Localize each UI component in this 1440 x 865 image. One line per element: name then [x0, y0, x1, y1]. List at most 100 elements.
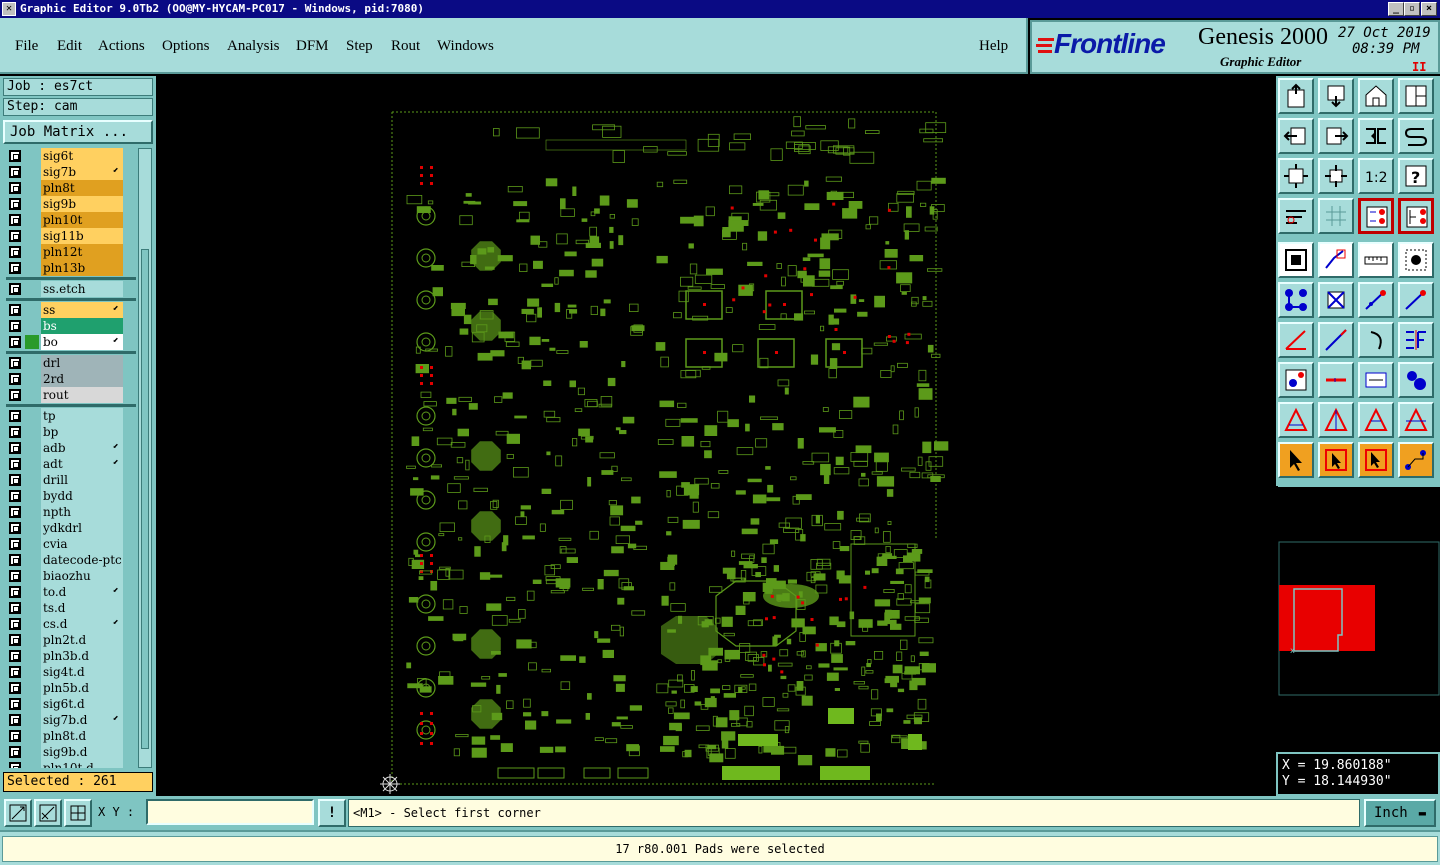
layer-row-biaozhu[interactable]: biaozhu: [3, 568, 137, 584]
layer-checkbox[interactable]: [9, 442, 21, 454]
zoom-fit-tool-button[interactable]: [1278, 158, 1314, 194]
layer-checkbox[interactable]: [9, 304, 21, 316]
angle-line-tool-button[interactable]: [1278, 322, 1314, 358]
net-select-tool-button[interactable]: [1278, 282, 1314, 318]
job-matrix-button[interactable]: Job Matrix ...: [3, 120, 153, 144]
layer-name[interactable]: npth: [41, 504, 123, 520]
menu-rout[interactable]: Rout: [391, 38, 420, 55]
layer-row-cs-d[interactable]: cs.d ⬋: [3, 616, 137, 632]
layer-checkbox[interactable]: [9, 634, 21, 646]
layer-name[interactable]: pln8t.d: [41, 728, 123, 744]
pointer-tool-button[interactable]: [1278, 442, 1314, 478]
layer-row-sig9b[interactable]: sig9b: [3, 196, 137, 212]
layer-name[interactable]: datecode-ptc: [41, 552, 123, 568]
layer-name[interactable]: pln10t: [41, 212, 123, 228]
layer-name[interactable]: adb: [41, 440, 123, 456]
layer-checkbox[interactable]: [9, 389, 21, 401]
graphic-canvas[interactable]: [156, 76, 1276, 796]
layer-checkbox[interactable]: [9, 198, 21, 210]
layer-checkbox[interactable]: [9, 150, 21, 162]
layer-checkbox[interactable]: [9, 506, 21, 518]
layer-row-bs[interactable]: bs: [3, 318, 137, 334]
ruler-tool-button[interactable]: [1358, 242, 1394, 278]
layer-name[interactable]: sig4t.d: [41, 664, 123, 680]
triangle-d-tool-button[interactable]: [1398, 402, 1434, 438]
line-pad-alt-tool-button[interactable]: [1398, 282, 1434, 318]
pad-pair-tool-button[interactable]: [1278, 362, 1314, 398]
layer-row-npth[interactable]: npth: [3, 504, 137, 520]
dot-select-tool-button[interactable]: [1398, 242, 1434, 278]
layer-row-drill[interactable]: drill: [3, 472, 137, 488]
layer-row-sig4t-d[interactable]: sig4t.d: [3, 664, 137, 680]
layer-row-pln8t[interactable]: pln8t: [3, 180, 137, 196]
layer-row-ts-d[interactable]: ts.d: [3, 600, 137, 616]
layer-checkbox[interactable]: [9, 357, 21, 369]
layer-name[interactable]: sig7b.d: [41, 712, 123, 728]
layer-row-to-d[interactable]: to.d ⬋: [3, 584, 137, 600]
layer-name[interactable]: pln13b: [41, 260, 123, 276]
layer-row-drl[interactable]: drl: [3, 355, 137, 371]
split-view-tool-button[interactable]: [1398, 78, 1434, 114]
measure-tool-button[interactable]: [1278, 198, 1314, 234]
layer-name[interactable]: sig7b: [41, 164, 123, 180]
layer-checkbox[interactable]: [9, 666, 21, 678]
layer-checkbox[interactable]: [9, 182, 21, 194]
layer-name[interactable]: sig9b.d: [41, 744, 123, 760]
layer-checkbox[interactable]: [9, 538, 21, 550]
menu-dfm[interactable]: DFM: [296, 38, 329, 55]
layer-row-ss[interactable]: ss ⬋: [3, 302, 137, 318]
layer-row-sig11b[interactable]: sig11b: [3, 228, 137, 244]
paste-tool-button[interactable]: [1318, 78, 1354, 114]
layer-row-sig6t[interactable]: sig6t: [3, 148, 137, 164]
layer-name[interactable]: pln10t.d: [41, 760, 123, 768]
diagonal-line-tool-button[interactable]: [1318, 322, 1354, 358]
layer-name[interactable]: ss.etch: [41, 281, 123, 297]
layer-name[interactable]: sig6t.d: [41, 696, 123, 712]
zoom-box-button[interactable]: [4, 799, 32, 827]
layer-checkbox[interactable]: [9, 426, 21, 438]
menu-analysis[interactable]: Analysis: [227, 38, 280, 55]
layer-row-ydkdrl[interactable]: ydkdrl: [3, 520, 137, 536]
pointer-box-alt-tool-button[interactable]: [1358, 442, 1394, 478]
pad-add-tool-button[interactable]: [1278, 242, 1314, 278]
layer-checkbox[interactable]: [9, 618, 21, 630]
layer-row-tp[interactable]: tp: [3, 408, 137, 424]
triangle-a-tool-button[interactable]: [1278, 402, 1314, 438]
layer-checkbox[interactable]: [9, 490, 21, 502]
alert-button[interactable]: !: [318, 799, 346, 827]
layer-row-sig7b[interactable]: sig7b ⬋: [3, 164, 137, 180]
close-button[interactable]: ×: [1421, 2, 1437, 16]
layer-name[interactable]: bydd: [41, 488, 123, 504]
layer-name[interactable]: bs: [41, 318, 123, 334]
layer-row-pln3b-d[interactable]: pln3b.d: [3, 648, 137, 664]
layer-row-pln5b-d[interactable]: pln5b.d: [3, 680, 137, 696]
layer-row-rout[interactable]: rout: [3, 387, 137, 403]
layer-checkbox[interactable]: [9, 554, 21, 566]
arc-tool-button[interactable]: [1358, 322, 1394, 358]
layer-row-sig6t-d[interactable]: sig6t.d: [3, 696, 137, 712]
layer-name[interactable]: drl: [41, 355, 123, 371]
layer-row-pln13b[interactable]: pln13b: [3, 260, 137, 276]
layer-row-pln10t[interactable]: pln10t: [3, 212, 137, 228]
layer-checkbox[interactable]: [9, 602, 21, 614]
copy-to-layer-tool-button[interactable]: [1278, 78, 1314, 114]
layer-name[interactable]: pln12t: [41, 244, 123, 260]
layer-name[interactable]: sig6t: [41, 148, 123, 164]
layer-name[interactable]: biaozhu: [41, 568, 123, 584]
route-path-tool-button[interactable]: [1398, 442, 1434, 478]
layer-checkbox[interactable]: [9, 714, 21, 726]
layer-name[interactable]: bo: [41, 334, 123, 350]
layer-name[interactable]: cs.d: [41, 616, 123, 632]
layer-checkbox[interactable]: [9, 262, 21, 274]
menu-help[interactable]: Help: [979, 38, 1008, 55]
layer-row-ss-etch[interactable]: ss.etch: [3, 281, 137, 297]
pointer-box-tool-button[interactable]: [1318, 442, 1354, 478]
layer-checkbox[interactable]: [9, 320, 21, 332]
layer-name[interactable]: to.d: [41, 584, 123, 600]
cross-pad-tool-button[interactable]: [1318, 282, 1354, 318]
feature-split-tool-button[interactable]: [1398, 322, 1434, 358]
menu-windows[interactable]: Windows: [437, 38, 494, 55]
help-query-tool-button[interactable]: ?: [1398, 158, 1434, 194]
s-curve-tool-button[interactable]: [1398, 118, 1434, 154]
layer-name[interactable]: tp: [41, 408, 123, 424]
